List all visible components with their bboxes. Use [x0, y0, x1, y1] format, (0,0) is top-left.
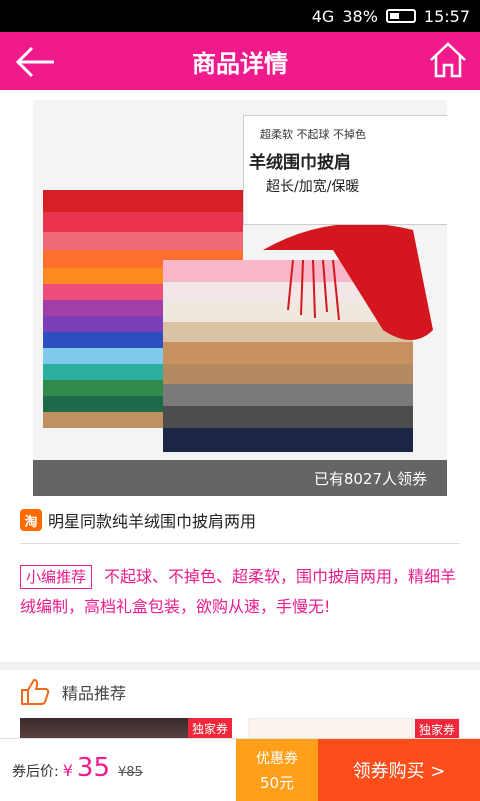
currency-symbol: ¥ — [62, 761, 73, 780]
status-bar: 4G 38% 15:57 — [0, 0, 480, 32]
bottom-bar: 券后价: ¥ 35 ¥85 优惠券 50元 领券购买 > — [0, 738, 480, 801]
product-image[interactable]: 超柔软 不起球 不掉色 羊绒围巾披肩 超长/加宽/保暖 已有8027人领券 — [33, 100, 447, 496]
battery-icon — [385, 9, 416, 23]
coupon-label: 优惠券 — [256, 750, 298, 767]
product-title-row: 淘 明星同款纯羊绒围巾披肩两用 — [20, 508, 256, 532]
taobao-icon: 淘 — [20, 509, 42, 531]
divider — [20, 543, 460, 544]
featured-product-card[interactable]: 独家券 — [20, 718, 232, 738]
clock: 15:57 — [423, 6, 470, 26]
price-block: 券后价: ¥ 35 ¥85 — [12, 753, 143, 783]
coupon-box[interactable]: 优惠券 50元 — [236, 739, 318, 801]
section-gap — [0, 662, 480, 670]
price-after-coupon: 35 — [76, 753, 110, 783]
content-scroll[interactable]: 超柔软 不起球 不掉色 羊绒围巾披肩 超长/加宽/保暖 已有8027人领券 淘 … — [0, 90, 480, 738]
back-arrow-icon[interactable] — [14, 42, 58, 82]
coupon-count-overlay: 已有8027人领券 — [33, 460, 447, 496]
badge-line-features: 超柔软 不起球 不掉色 — [260, 128, 366, 141]
section-title: 精品推荐 — [62, 684, 127, 703]
badge-line-sub: 超长/加宽/保暖 — [266, 179, 360, 195]
editor-recommendation: 小编推荐 不起球、不掉色、超柔软，围巾披肩两用，精细羊绒编制，高档礼盒包装，欲购从… — [20, 562, 460, 622]
featured-product-card[interactable]: 独家券 — [248, 718, 460, 738]
price-label: 券后价: — [12, 764, 59, 780]
exclusive-coupon-badge: 独家券 — [187, 718, 232, 738]
battery-percent: 38% — [342, 6, 378, 26]
exclusive-coupon-badge: 独家券 — [414, 719, 459, 738]
badge-line-title: 羊绒围巾披肩 — [249, 153, 351, 173]
editor-pick-tag: 小编推荐 — [20, 565, 93, 589]
product-badge-card: 超柔软 不起球 不掉色 羊绒围巾披肩 超长/加宽/保暖 — [243, 115, 447, 225]
app-header: 商品详情 — [0, 32, 480, 90]
featured-section-header: 精品推荐 — [20, 678, 126, 706]
signal-indicator: 4G — [311, 6, 335, 26]
home-icon[interactable] — [428, 40, 468, 80]
thumbs-up-icon — [21, 678, 50, 705]
coupon-amount: 50元 — [259, 773, 295, 792]
product-name: 明星同款纯羊绒围巾披肩两用 — [48, 512, 257, 531]
page-title: 商品详情 — [192, 49, 288, 78]
original-price: ¥85 — [118, 765, 143, 780]
get-coupon-buy-button[interactable]: 领券购买 > — [318, 739, 480, 801]
